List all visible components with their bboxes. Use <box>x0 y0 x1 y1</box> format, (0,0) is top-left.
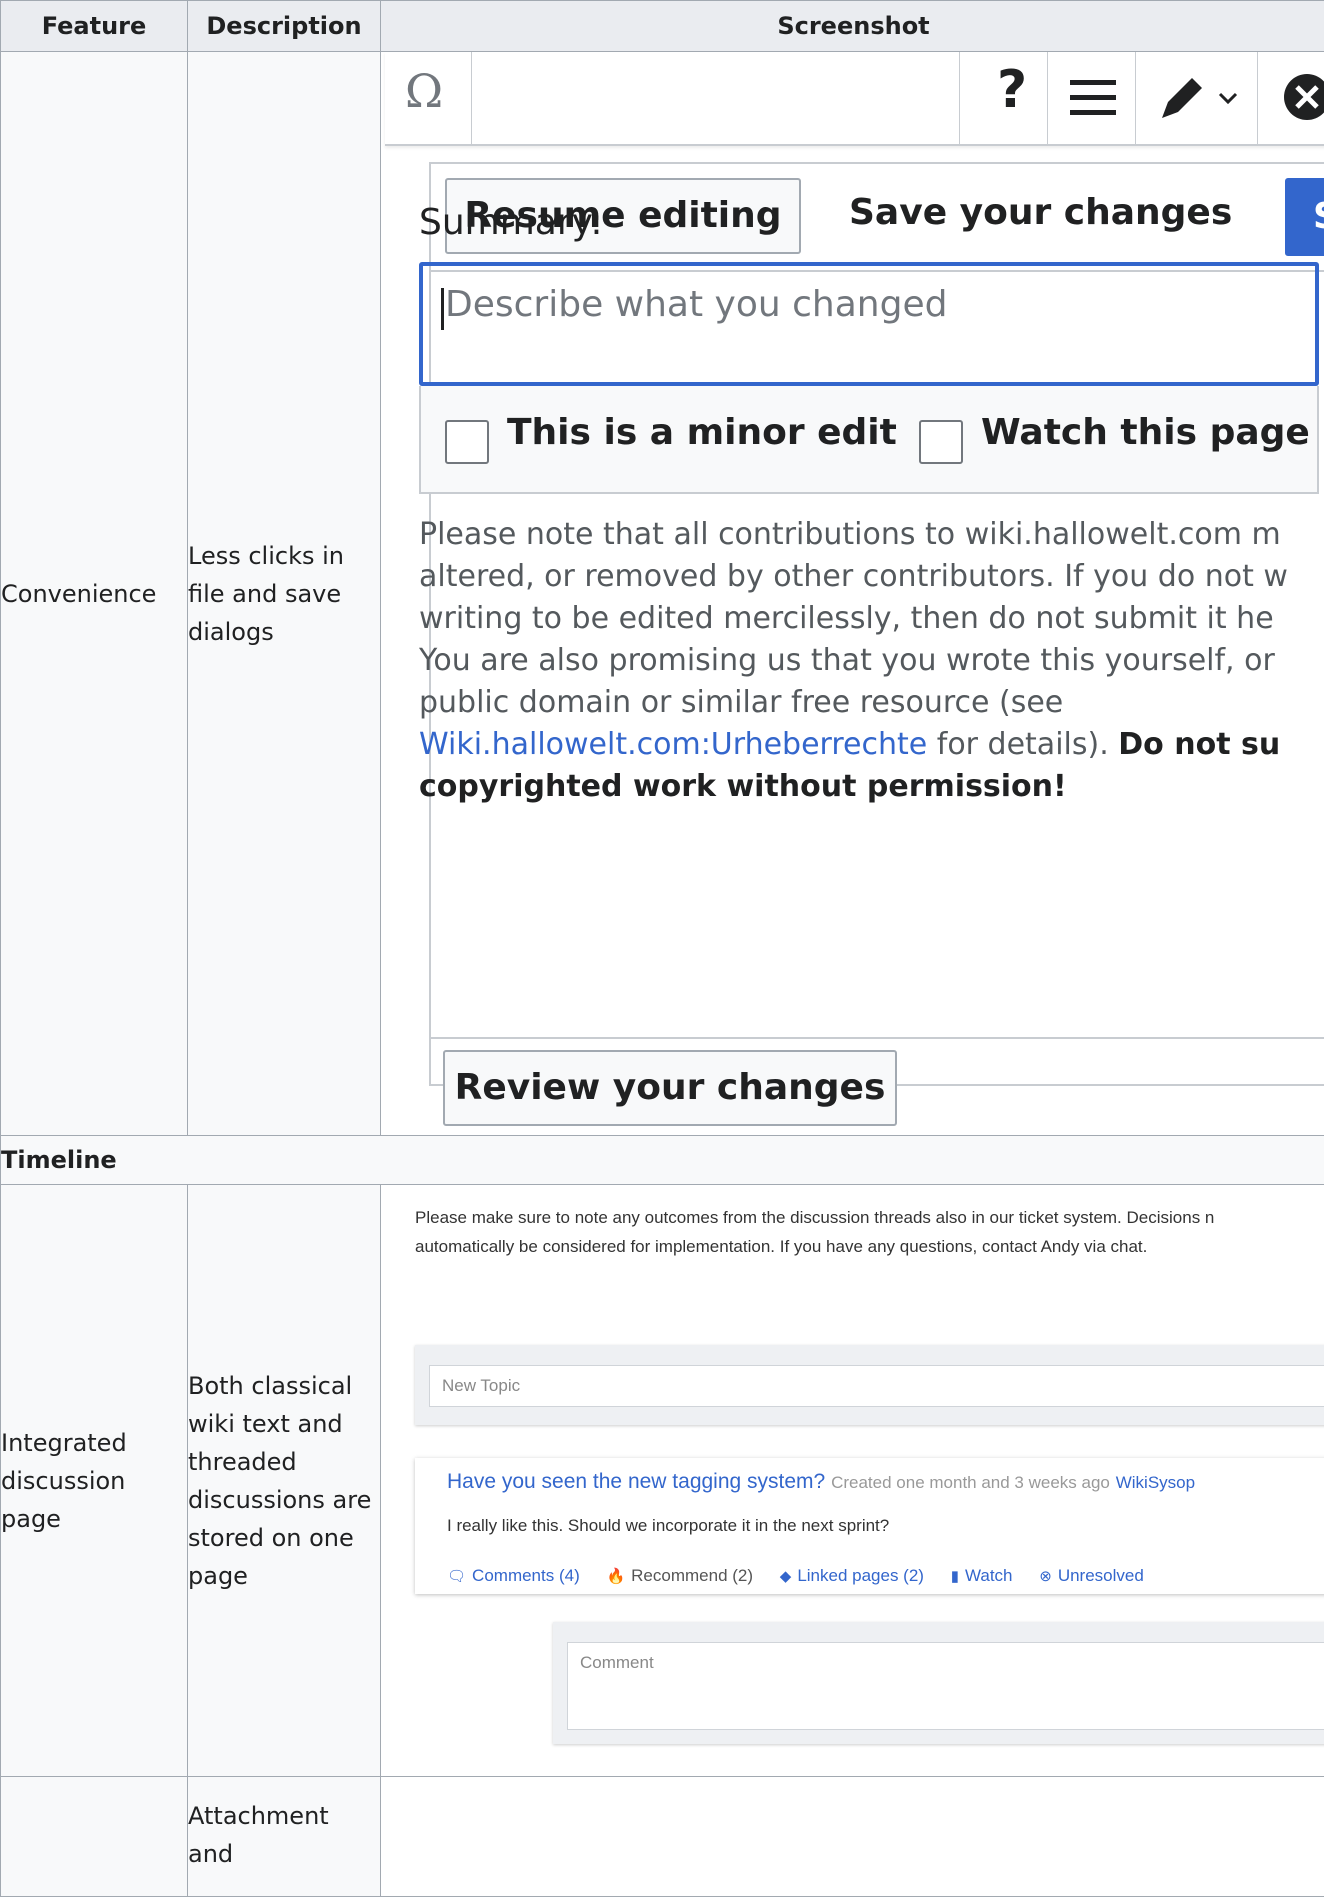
license-line: Wiki.hallowelt.com:Urheberrechte for det… <box>419 724 1324 766</box>
menu-button[interactable] <box>1047 52 1136 144</box>
text-cursor <box>441 288 444 330</box>
minor-edit-checkbox[interactable] <box>445 420 489 464</box>
summary-placeholder: Describe what you changed <box>445 284 947 325</box>
options-bar: This is a minor edit Watch this page <box>419 386 1319 494</box>
discussion-thread: Have you seen the new tagging system? Cr… <box>415 1458 1324 1594</box>
watch-page-label[interactable]: Watch this page <box>981 412 1310 453</box>
thread-header: Have you seen the new tagging system? Cr… <box>447 1470 1195 1494</box>
editor-toolbar: Ω ? <box>385 52 1324 146</box>
unresolved-label: Unresolved <box>1058 1566 1144 1585</box>
license-notice: Please note that all contributions to wi… <box>419 514 1324 808</box>
linked-pages-link[interactable]: ◆ Linked pages (2) <box>780 1566 924 1585</box>
bookmark-icon: ▮ <box>951 1568 959 1585</box>
discussion-screenshot: Please make sure to note any outcomes fr… <box>381 1185 1324 1776</box>
comment-panel: Comment <box>553 1622 1324 1744</box>
watch-label: Watch <box>965 1566 1013 1585</box>
screenshot-cell: Ω ? <box>381 52 1324 1136</box>
new-topic-panel: New Topic <box>415 1345 1324 1425</box>
close-button[interactable] <box>1257 52 1324 144</box>
edit-mode-button[interactable] <box>1135 52 1258 144</box>
new-topic-input[interactable]: New Topic <box>429 1365 1324 1407</box>
comments-link[interactable]: 🗨 Comments (4) <box>447 1566 580 1585</box>
review-changes-button[interactable]: Review your changes <box>443 1050 897 1126</box>
license-warning: copyrighted work without permission! <box>419 769 1067 804</box>
header-description: Description <box>188 1 381 52</box>
watch-link[interactable]: ▮ Watch <box>951 1566 1013 1585</box>
unresolved-icon: ⊗ <box>1039 1568 1052 1585</box>
section-row: Timeline <box>1 1136 1324 1185</box>
thread-actions: 🗨 Comments (4) 🔥 Recommend (2) ◆ Linked pag… <box>447 1566 1166 1586</box>
description-cell: Both classical wiki text and threaded di… <box>188 1185 381 1777</box>
feature-cell: Integrated discussion page <box>1 1185 188 1777</box>
recommend-link[interactable]: 🔥 Recommend (2) <box>606 1566 753 1585</box>
note-line: automatically be considered for implemen… <box>415 1232 1324 1261</box>
help-button[interactable]: ? <box>959 52 1048 144</box>
dialog-title: Save your changes <box>849 192 1232 233</box>
minor-edit-label[interactable]: This is a minor edit <box>507 412 897 453</box>
thread-body: I really like this. Should we incorporat… <box>447 1516 889 1536</box>
license-line: public domain or similar free resource (… <box>419 682 1324 724</box>
section-title: Timeline <box>1 1136 1324 1185</box>
license-link[interactable]: Wiki.hallowelt.com:Urheberrechte <box>419 727 927 762</box>
tag-icon: ◆ <box>780 1568 792 1585</box>
feature-cell: Convenience <box>1 52 188 1136</box>
license-line: Please note that all contributions to wi… <box>419 514 1324 556</box>
note-line: Please make sure to note any outcomes fr… <box>415 1203 1324 1232</box>
pencil-icon <box>1158 72 1248 122</box>
hamburger-icon <box>1070 78 1116 118</box>
comments-label: Comments (4) <box>472 1566 580 1585</box>
thread-author[interactable]: WikiSysop <box>1116 1473 1195 1492</box>
feature-table: Feature Description Screenshot Convenien… <box>0 0 1324 1897</box>
flame-icon: 🔥 <box>606 1568 625 1585</box>
table-row: Convenience Less clicks in file and save… <box>1 52 1324 1136</box>
table-row: Integrated discussion page Both classica… <box>1 1185 1324 1777</box>
special-character-icon[interactable]: Ω <box>405 64 443 118</box>
header-screenshot: Screenshot <box>381 1 1324 52</box>
comments-icon: 🗨 <box>447 1568 466 1585</box>
license-line: writing to be edited mercilessly, then d… <box>419 598 1324 640</box>
thread-title[interactable]: Have you seen the new tagging system? <box>447 1470 825 1493</box>
license-line: You are also promising us that you wrote… <box>419 640 1324 682</box>
unresolved-link[interactable]: ⊗ Unresolved <box>1039 1566 1144 1585</box>
help-icon: ? <box>997 60 1027 120</box>
screenshot-cell: Please make sure to note any outcomes fr… <box>381 1185 1324 1777</box>
summary-input[interactable]: Describe what you changed <box>419 262 1319 386</box>
license-text: for details). <box>927 727 1118 762</box>
save-page-button[interactable]: S <box>1285 178 1324 256</box>
close-icon <box>1282 72 1324 122</box>
description-cell: Less clicks in file and save dialogs <box>188 52 381 1136</box>
table-header-row: Feature Description Screenshot <box>1 1 1324 52</box>
watch-page-checkbox[interactable] <box>919 420 963 464</box>
recommend-label: Recommend (2) <box>631 1566 753 1585</box>
save-dialog-screenshot: Ω ? <box>381 52 1324 1135</box>
comment-input[interactable]: Comment <box>567 1642 1324 1730</box>
summary-label: Summary: <box>419 202 602 243</box>
dialog-footer-divider <box>431 1037 1324 1039</box>
license-line: altered, or removed by other contributor… <box>419 556 1324 598</box>
license-warning: Do not su <box>1118 727 1280 762</box>
header-feature: Feature <box>1 1 188 52</box>
linked-pages-label: Linked pages (2) <box>797 1566 924 1585</box>
thread-meta: Created one month and 3 weeks ago <box>831 1473 1110 1492</box>
discussion-note: Please make sure to note any outcomes fr… <box>415 1203 1324 1261</box>
toolbar-divider <box>471 52 472 144</box>
